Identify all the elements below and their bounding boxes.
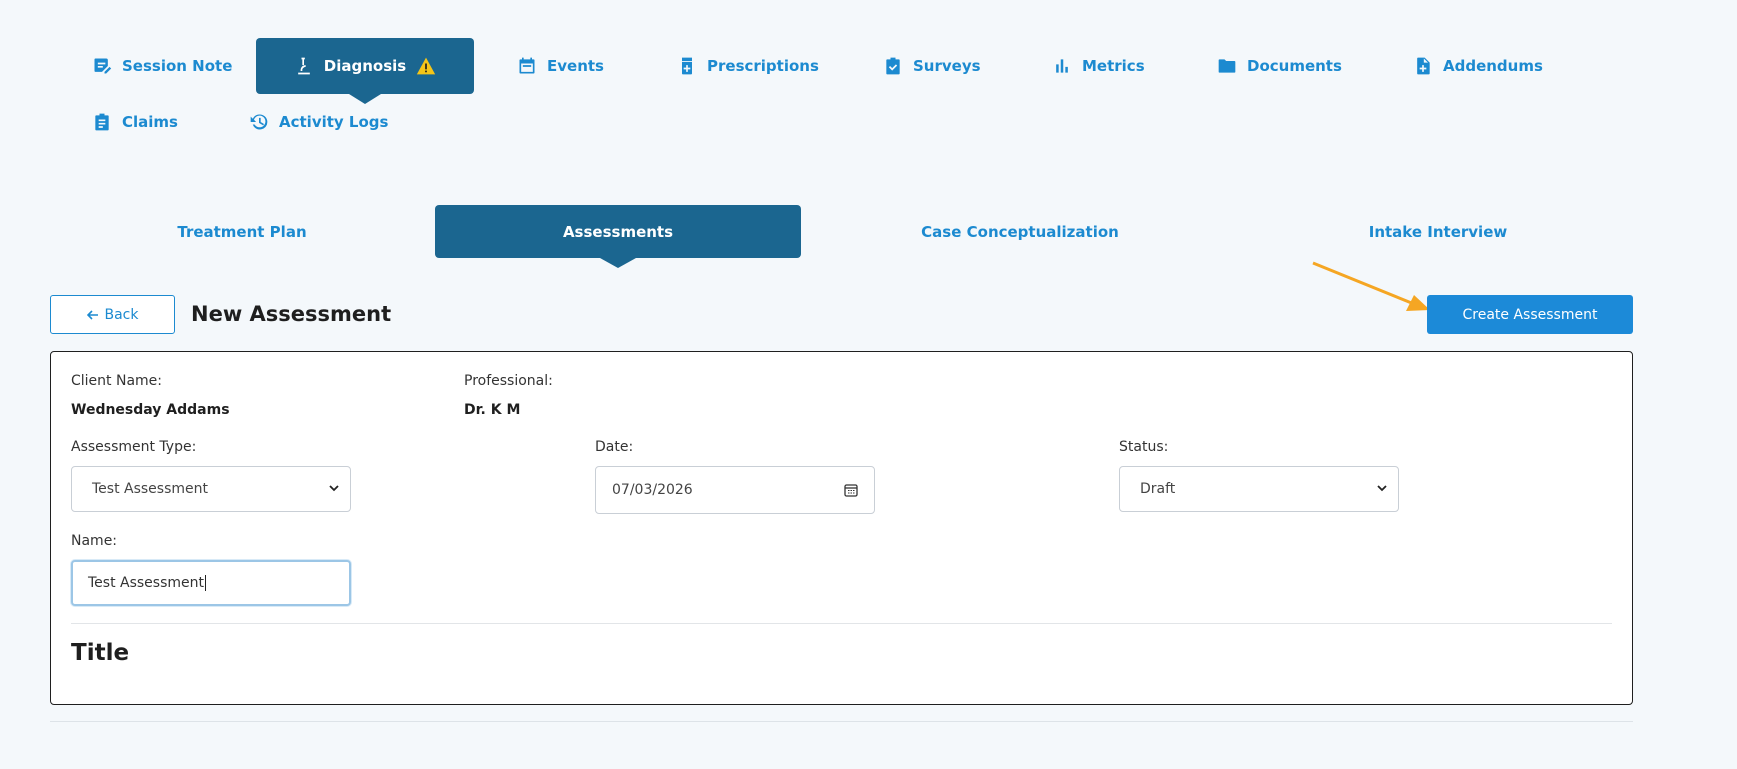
annotation-arrow-icon — [1312, 261, 1430, 311]
tab-label: Addendums — [1443, 57, 1543, 75]
tab-claims[interactable]: Claims — [92, 94, 178, 150]
tab-metrics[interactable]: Metrics — [1052, 38, 1145, 94]
date-input[interactable]: 07/03/2026 — [595, 466, 875, 514]
client-name-value: Wednesday Addams — [71, 402, 230, 418]
tab-session-note[interactable]: Session Note — [92, 38, 232, 94]
calendar-icon — [519, 57, 535, 74]
name-input[interactable]: Test Assessment — [71, 560, 351, 606]
name-value: Test Assessment — [88, 575, 204, 591]
subtab-label: Treatment Plan — [177, 222, 307, 241]
tab-label: Surveys — [913, 57, 981, 75]
subtab-intake-interview[interactable]: Intake Interview — [1298, 205, 1578, 258]
chevron-down-icon — [329, 485, 339, 492]
arrow-left-icon — [86, 309, 98, 320]
tab-label: Activity Logs — [279, 113, 389, 131]
tab-label: Events — [547, 57, 604, 75]
subtab-case-conceptualization[interactable]: Case Conceptualization — [860, 205, 1180, 258]
tab-diagnosis[interactable]: Diagnosis — [256, 38, 474, 104]
create-assessment-label: Create Assessment — [1462, 306, 1598, 323]
tab-prescriptions[interactable]: Prescriptions — [677, 38, 819, 94]
client-name-label: Client Name: — [71, 373, 162, 389]
date-label: Date: — [595, 439, 634, 455]
tab-label: Documents — [1247, 57, 1342, 75]
assessment-type-select[interactable]: Test Assessment — [71, 466, 351, 512]
back-button-label: Back — [104, 306, 139, 323]
tab-surveys[interactable]: Surveys — [883, 38, 981, 94]
subtab-label: Case Conceptualization — [921, 222, 1119, 241]
assessment-type-label: Assessment Type: — [71, 439, 197, 455]
status-label: Status: — [1119, 439, 1169, 455]
section-title: Title — [71, 640, 130, 666]
status-select[interactable]: Draft — [1119, 466, 1399, 512]
date-value: 07/03/2026 — [612, 482, 693, 498]
subtab-assessments[interactable]: Assessments — [435, 205, 801, 268]
warning-icon — [417, 57, 436, 75]
status-value: Draft — [1140, 481, 1176, 497]
tab-label: Prescriptions — [707, 57, 819, 75]
tab-label: Diagnosis — [323, 57, 407, 75]
tab-label: Claims — [122, 113, 178, 131]
professional-value: Dr. K M — [464, 402, 521, 418]
tab-label: Session Note — [122, 57, 233, 75]
subtab-label: Assessments — [562, 222, 674, 241]
chevron-down-icon — [1377, 485, 1387, 492]
create-assessment-button[interactable]: Create Assessment — [1427, 295, 1633, 334]
tab-events[interactable]: Events — [517, 38, 604, 94]
note-edit-icon — [94, 58, 112, 74]
history-icon — [250, 114, 268, 130]
professional-label: Professional: — [464, 373, 553, 389]
subtab-label: Intake Interview — [1368, 222, 1508, 241]
assessment-form-card: Client Name: Wednesday Addams Profession… — [50, 351, 1633, 705]
tab-addendums[interactable]: Addendums — [1413, 38, 1543, 94]
medicine-bottle-icon — [682, 57, 692, 75]
clipboard-check-icon — [886, 57, 900, 75]
assessment-type-value: Test Assessment — [92, 481, 208, 497]
footer-divider — [50, 721, 1633, 722]
calendar-picker-icon[interactable] — [844, 483, 858, 497]
back-button[interactable]: Back — [50, 295, 175, 334]
file-plus-icon — [1417, 57, 1430, 75]
tab-activity-logs[interactable]: Activity Logs — [249, 94, 388, 150]
name-label: Name: — [71, 533, 118, 549]
bar-chart-icon — [1056, 59, 1068, 73]
page-title: New Assessment — [191, 302, 392, 326]
microscope-icon — [297, 57, 310, 75]
tab-label: Metrics — [1082, 57, 1145, 75]
tab-documents[interactable]: Documents — [1217, 38, 1342, 94]
clipboard-list-icon — [95, 113, 109, 131]
text-cursor — [205, 575, 206, 591]
subtab-treatment-plan[interactable]: Treatment Plan — [92, 205, 392, 258]
section-divider — [71, 623, 1612, 624]
folder-icon — [1218, 59, 1236, 73]
